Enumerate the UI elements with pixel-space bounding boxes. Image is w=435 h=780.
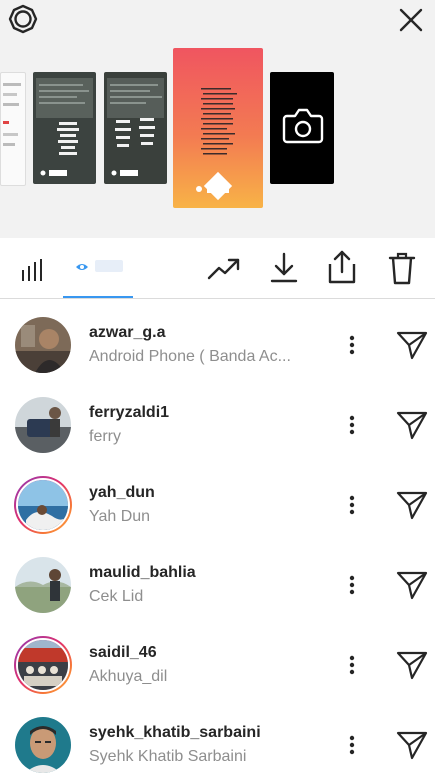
viewer-username[interactable]: syehk_khatib_sarbaini: [89, 724, 261, 742]
more-options-icon[interactable]: [346, 574, 358, 596]
viewer-full-name: Syehk Khatib Sarbaini: [89, 748, 247, 765]
list-item[interactable]: saidil_46 Akhuya_dil: [0, 620, 435, 700]
avatar[interactable]: [14, 716, 72, 774]
viewers-eye-icon: [76, 264, 88, 270]
story-thumbnail[interactable]: [0, 72, 26, 186]
viewer-username[interactable]: maulid_bahlia: [89, 564, 196, 582]
viewer-username[interactable]: ferryzaldi1: [89, 404, 169, 422]
story-thumbnail-tray: [0, 46, 435, 236]
viewer-username[interactable]: yah_dun: [89, 484, 155, 502]
send-direct-message-icon[interactable]: [396, 570, 428, 600]
avatar-with-story-ring[interactable]: [14, 476, 72, 534]
send-direct-message-icon[interactable]: [396, 330, 428, 360]
avatar-with-story-ring[interactable]: [14, 636, 72, 694]
list-item[interactable]: ferryzaldi1 ferry: [0, 380, 435, 460]
viewer-username[interactable]: saidil_46: [89, 644, 157, 662]
viewers-count-redacted: [95, 260, 123, 272]
active-tab-indicator: [63, 296, 133, 298]
story-preview-area: [0, 0, 435, 238]
more-options-icon[interactable]: [346, 494, 358, 516]
promote-trend-icon[interactable]: [207, 256, 241, 282]
settings-gear-icon[interactable]: [8, 4, 38, 34]
story-action-bar: [0, 238, 435, 299]
viewer-username[interactable]: azwar_g.a: [89, 324, 165, 342]
camera-icon: [282, 108, 324, 144]
tab-viewers[interactable]: [63, 238, 133, 298]
send-direct-message-icon[interactable]: [396, 730, 428, 760]
more-options-icon[interactable]: [346, 414, 358, 436]
add-story-camera-tile[interactable]: [270, 72, 334, 184]
avatar[interactable]: [14, 556, 72, 614]
send-direct-message-icon[interactable]: [396, 410, 428, 440]
list-item[interactable]: maulid_bahlia Cek Lid: [0, 540, 435, 620]
viewers-list: azwar_g.a Android Phone ( Banda Ac... fe…: [0, 300, 435, 780]
list-item[interactable]: azwar_g.a Android Phone ( Banda Ac...: [0, 300, 435, 380]
download-icon[interactable]: [270, 252, 298, 284]
send-direct-message-icon[interactable]: [396, 490, 428, 520]
viewer-full-name: Yah Dun: [89, 508, 151, 525]
insights-bar-chart-icon[interactable]: [20, 258, 46, 282]
trash-icon[interactable]: [388, 251, 416, 285]
share-icon[interactable]: [327, 250, 357, 284]
viewer-full-name: Cek Lid: [89, 588, 144, 605]
avatar[interactable]: [14, 316, 72, 374]
list-item[interactable]: syehk_khatib_sarbaini Syehk Khatib Sarba…: [0, 700, 435, 780]
story-thumbnail[interactable]: [33, 72, 96, 184]
close-icon[interactable]: [397, 6, 425, 34]
send-direct-message-icon[interactable]: [396, 650, 428, 680]
more-options-icon[interactable]: [346, 334, 358, 356]
more-options-icon[interactable]: [346, 654, 358, 676]
viewer-full-name: ferry: [89, 428, 121, 445]
more-options-icon[interactable]: [346, 734, 358, 756]
avatar[interactable]: [14, 396, 72, 454]
viewer-full-name: Android Phone ( Banda Ac...: [89, 348, 291, 365]
viewer-full-name: Akhuya_dil: [89, 668, 168, 685]
list-item[interactable]: yah_dun Yah Dun: [0, 460, 435, 540]
story-thumbnail[interactable]: [104, 72, 167, 184]
